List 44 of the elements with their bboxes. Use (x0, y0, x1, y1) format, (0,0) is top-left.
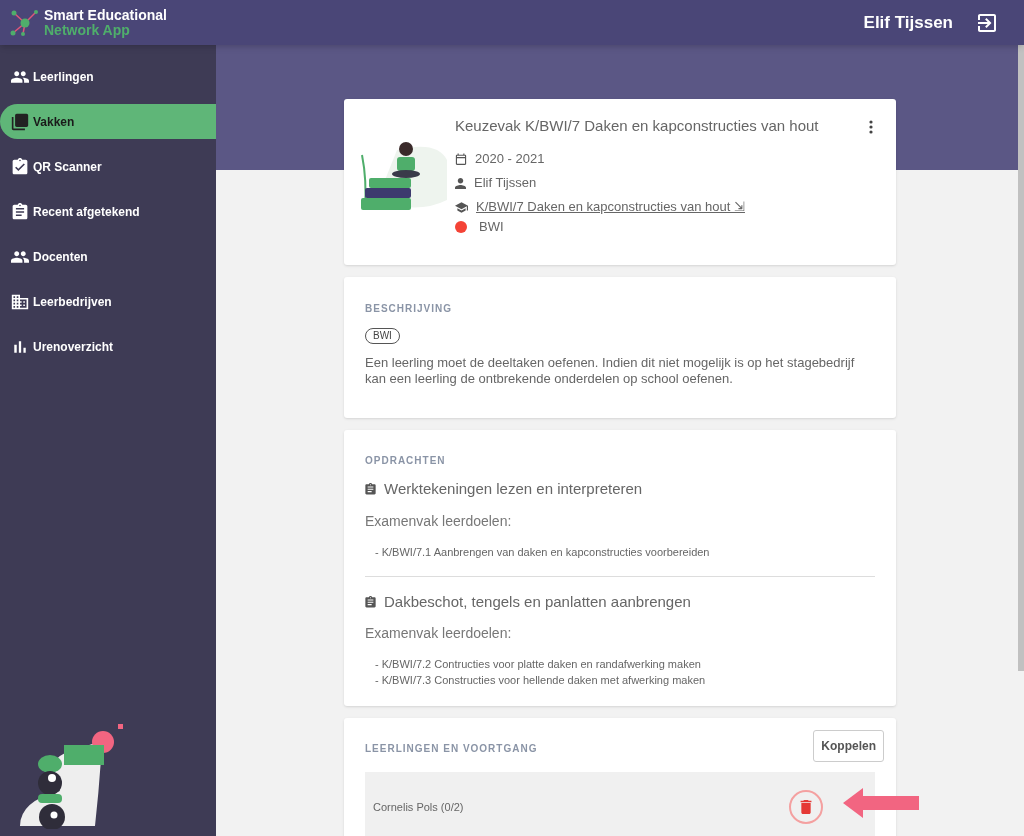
sidebar-item[interactable]: Leerbedrijven (0, 284, 216, 319)
section-heading: OPDRACHTEN (365, 454, 447, 468)
school-year: 2020 - 2021 (475, 150, 545, 169)
learning-goal: - K/BWI/7.3 Constructies voor hellende daken met afwerking maken (375, 673, 707, 688)
sidebar-item[interactable]: Leerlingen (0, 59, 216, 94)
books-icon (11, 112, 29, 131)
more-icon (869, 120, 873, 134)
pointing-arrow-icon (843, 788, 919, 818)
app-name: Network App (44, 22, 131, 38)
subject-link[interactable]: K/BWI/7 Daken en kapconstructies van hout ⇲ (474, 197, 745, 217)
calendar-icon (455, 153, 467, 165)
section-heading: BESCHRIJVING (365, 302, 453, 316)
learning-goal: - K/BWI/7.1 Aanbrengen van daken en kapconstructies voorbereiden (375, 544, 711, 560)
clipboard-check-icon (11, 157, 29, 176)
student-name: Cornelis Pols (0/2) (373, 799, 464, 815)
subject-code: BWI (479, 218, 504, 237)
delete-button[interactable] (789, 790, 823, 824)
goals-label: Examenvak leerdoelen: (365, 624, 513, 643)
network-logo-icon (10, 9, 40, 36)
trash-icon (800, 800, 812, 814)
course-title: Keuzevak K/BWI/7 Daken en kapconstructies van hout (455, 117, 819, 135)
user-name: Elif Tijssen (863, 11, 953, 34)
clipboard-icon (11, 202, 29, 221)
logout-button[interactable] (977, 12, 997, 33)
app-name: Smart Educational (44, 7, 167, 23)
assignment-title: Werktekeningen lezen en interpreteren (384, 479, 643, 499)
sidebar-item[interactable]: QR Scanner (0, 149, 216, 184)
description-text: Een leerling moet de deeltaken oefenen. Indien dit niet mogelijk is op het stagebedrijf kan een leerling de ontbrekende onderdelen op school oefenen. (365, 355, 856, 387)
koppelen-button[interactable]: Koppelen (813, 730, 884, 762)
building-icon (11, 292, 29, 311)
clipboard-icon (365, 483, 376, 496)
sidebar-item[interactable]: Docenten (0, 239, 216, 274)
sidebar-item[interactable]: Urenoverzicht (0, 329, 216, 364)
person-icon (455, 177, 466, 189)
logout-icon (978, 13, 996, 32)
learning-goal: - K/BWI/7.2 Contructies voor platte daken en randafwerking maken (375, 657, 702, 672)
section-heading: LEERLINGEN EN VOORTGANG (365, 741, 538, 756)
clipboard-icon (365, 595, 376, 608)
assignment-title: Dakbeschot, tengels en panlatten aanbrengen (384, 591, 691, 612)
goals-label: Examenvak leerdoelen: (365, 511, 513, 531)
teacher-name: Elif Tijssen (474, 174, 537, 193)
graduation-cap-icon (455, 201, 468, 213)
sidebar-item[interactable]: Recent afgetekend (0, 194, 216, 229)
sidebar-item[interactable]: Vakken (0, 104, 216, 139)
